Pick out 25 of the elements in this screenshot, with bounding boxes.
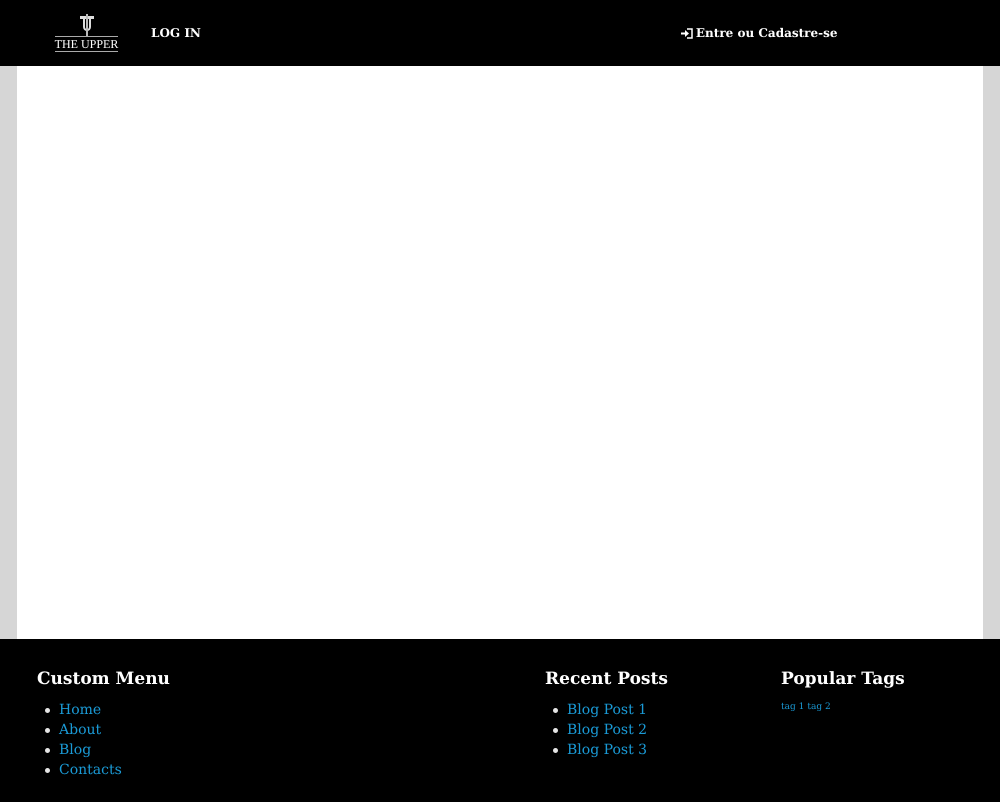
bullet-icon: [45, 728, 50, 733]
crest-icon: [78, 14, 96, 36]
bullet-icon: [45, 708, 50, 713]
widget-title: Popular Tags: [781, 668, 905, 691]
footer-link[interactable]: Contacts: [59, 760, 122, 781]
tag-link[interactable]: tag 1: [781, 700, 804, 714]
footer-link[interactable]: Blog Post 1: [567, 700, 648, 721]
bullet-icon: [553, 748, 558, 753]
tag-link[interactable]: tag 2: [807, 700, 831, 714]
footer-link[interactable]: Blog Post 3: [567, 740, 648, 761]
bullet-icon: [553, 728, 558, 733]
bullet-icon: [45, 748, 50, 753]
widget-title: Recent Posts: [545, 668, 668, 691]
logo[interactable]: THE UPPER: [48, 14, 125, 52]
bullet-icon: [45, 768, 50, 773]
footer-link[interactable]: Blog Post 2: [567, 720, 648, 741]
footer-link[interactable]: Home: [59, 700, 102, 721]
footer-link[interactable]: About: [59, 720, 102, 741]
nav-link[interactable]: LOG IN: [151, 24, 201, 42]
login-link[interactable]: Entre ou Cadastre-se: [680, 24, 838, 42]
sign-in-icon: [680, 28, 693, 38]
widget-title: Custom Menu: [37, 668, 170, 691]
footer-link[interactable]: Blog: [59, 740, 92, 761]
logo-text: THE UPPER: [54, 36, 118, 52]
bullet-icon: [553, 708, 558, 713]
